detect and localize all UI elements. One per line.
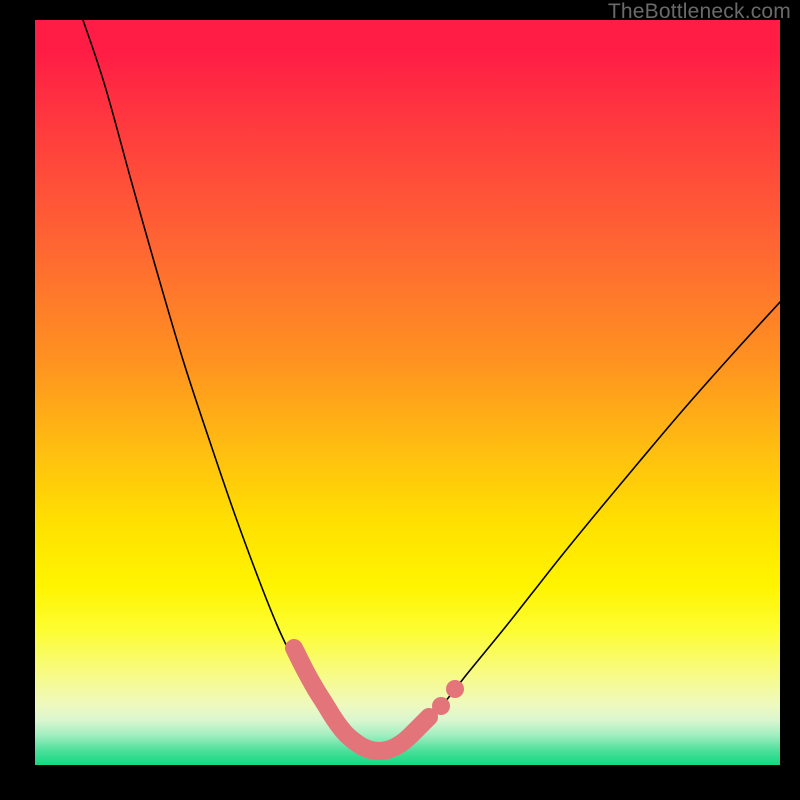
optimal-band-left: [294, 648, 429, 751]
optimal-dot-2: [446, 680, 464, 698]
watermark-text: TheBottleneck.com: [608, 0, 791, 24]
optimal-dot-1: [432, 697, 450, 715]
chart-svg: [35, 20, 780, 765]
bottleneck-curve: [83, 20, 780, 754]
plot-area: [35, 20, 780, 765]
chart-frame: TheBottleneck.com: [0, 0, 800, 800]
